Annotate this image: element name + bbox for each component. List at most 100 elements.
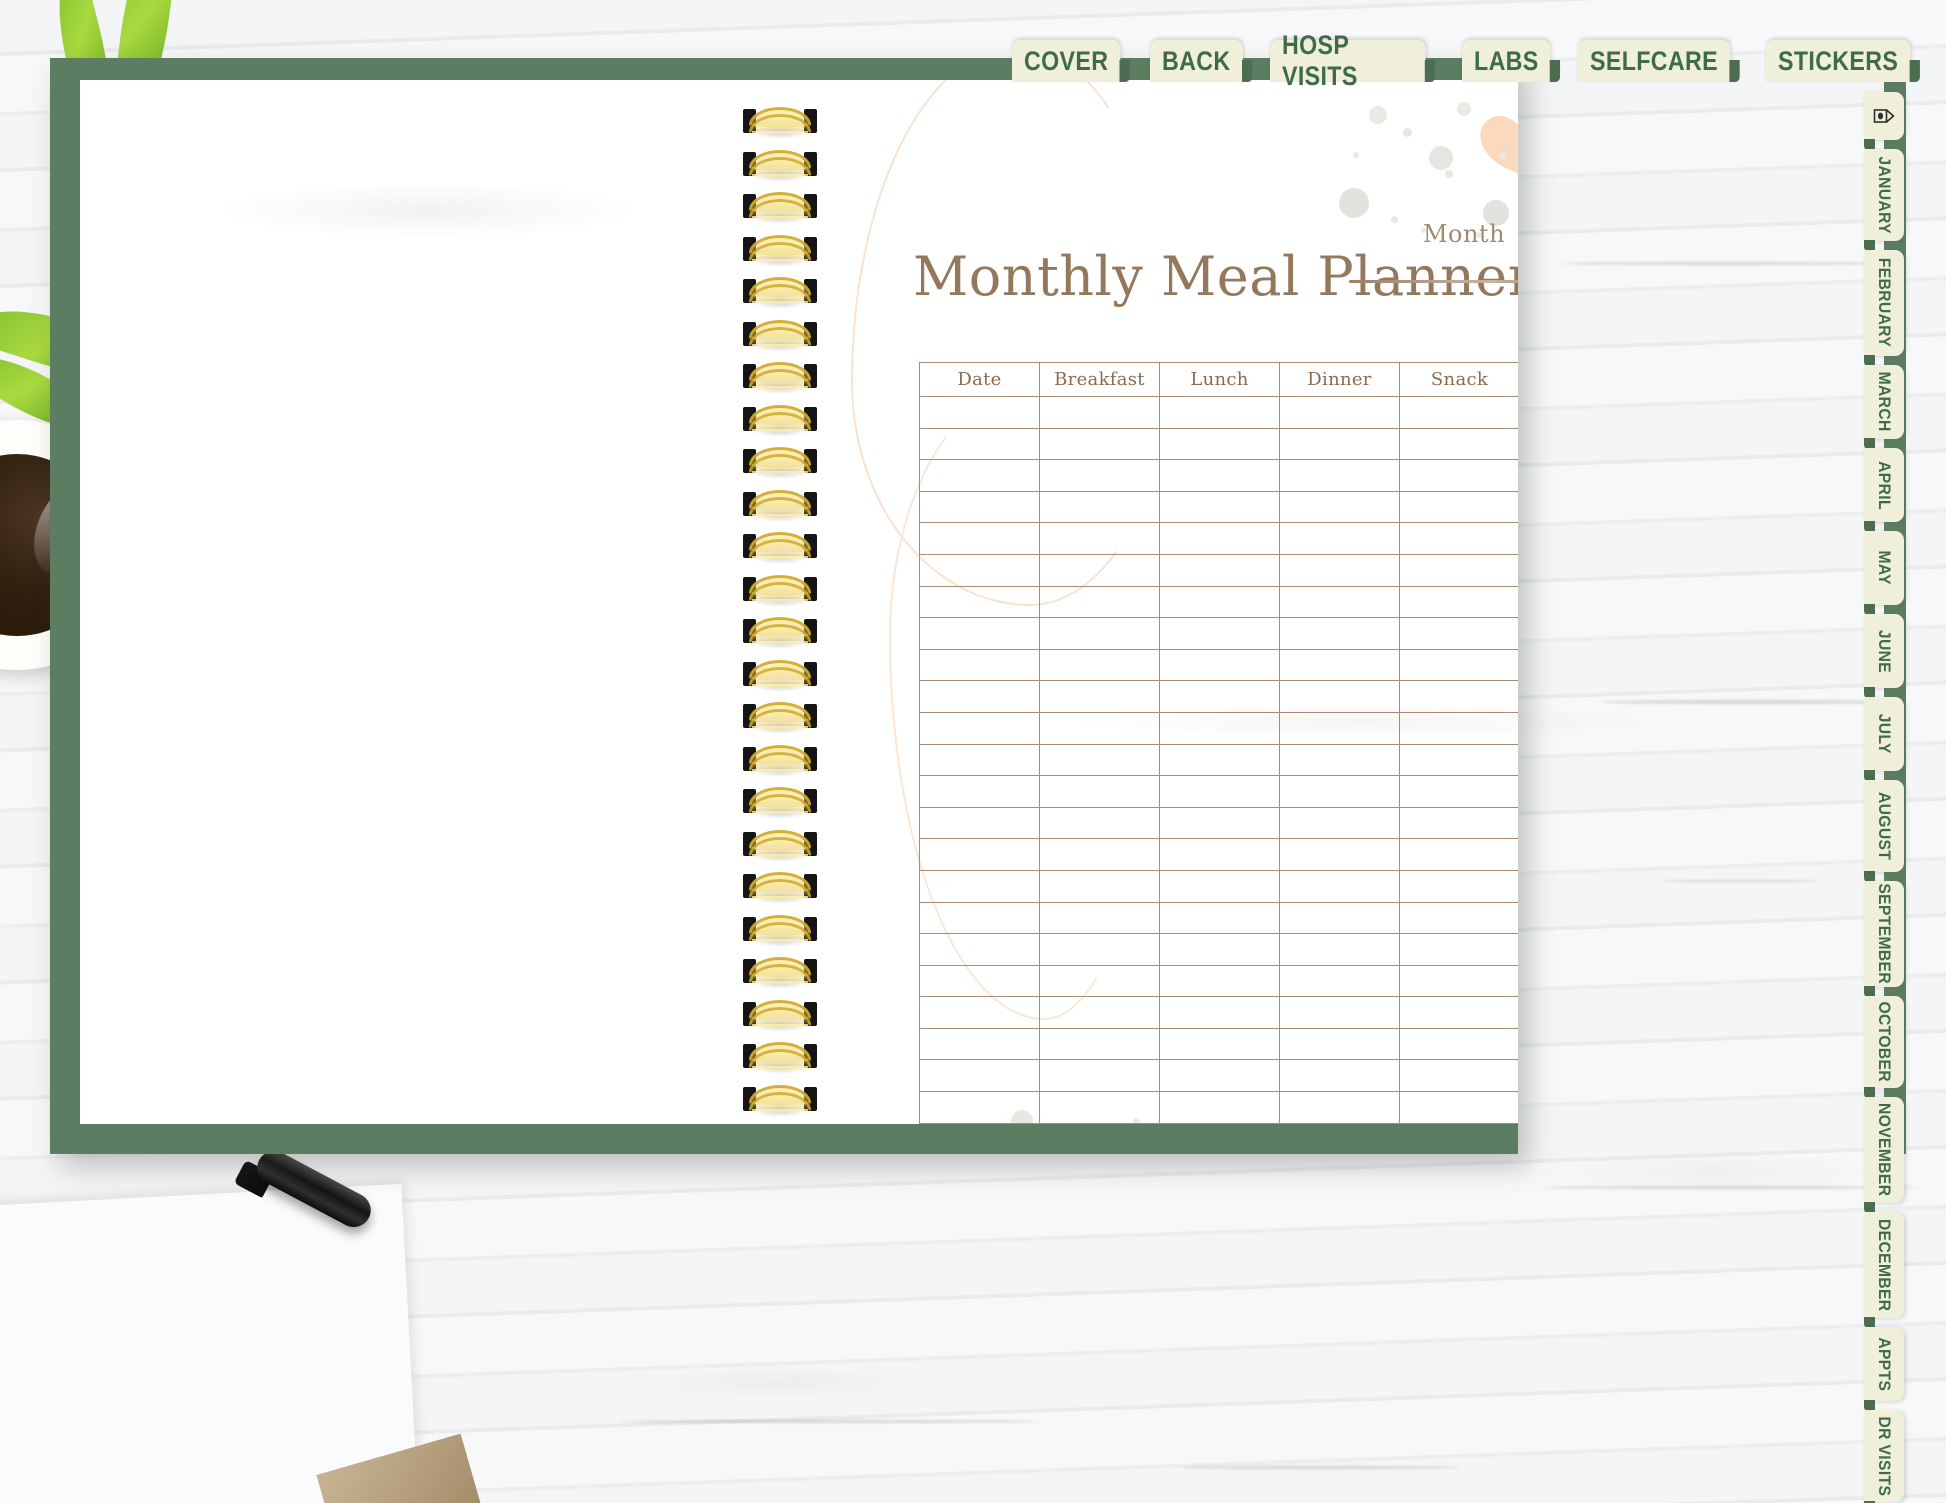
table-cell[interactable] [1039,1027,1160,1061]
table-cell[interactable] [1399,964,1518,998]
table-cell[interactable] [1159,648,1280,682]
table-cell[interactable] [1399,553,1518,587]
table-cell[interactable] [1399,427,1518,461]
table-cell[interactable] [1159,585,1280,619]
table-cell[interactable] [1159,1122,1280,1124]
table-cell[interactable] [1159,396,1280,429]
side-tab-july[interactable]: JULY [1864,697,1904,781]
table-cell[interactable] [919,1027,1040,1061]
table-cell[interactable] [1399,490,1518,524]
table-cell[interactable] [1399,648,1518,682]
table-cell[interactable] [919,901,1040,935]
table-cell[interactable] [1039,427,1160,461]
table-cell[interactable] [1279,459,1400,492]
table-cell[interactable] [1039,648,1160,682]
side-tab-april[interactable]: APRIL [1864,448,1904,532]
table-cell[interactable] [919,838,1040,871]
table-cell[interactable] [1159,806,1280,840]
table-cell[interactable] [1279,680,1400,713]
table-cell[interactable] [1039,869,1160,903]
table-cell[interactable] [919,806,1040,840]
table-cell[interactable] [1039,490,1160,524]
table-cell[interactable] [1399,1122,1518,1124]
table-cell[interactable] [1279,648,1400,682]
top-tab-back[interactable]: BACK [1150,40,1252,82]
side-tab-march[interactable]: MARCH [1864,365,1904,449]
table-cell[interactable] [1039,459,1160,492]
table-cell[interactable] [919,1091,1040,1124]
table-cell[interactable] [1159,964,1280,998]
table-cell[interactable] [1039,711,1160,745]
table-cell[interactable] [1159,680,1280,713]
top-tab-hosp-visits[interactable]: HOSP VISITS [1269,30,1435,91]
table-cell[interactable] [919,775,1040,808]
table-cell[interactable] [1279,522,1400,555]
table-cell[interactable] [1039,585,1160,619]
table-cell[interactable] [1399,933,1518,966]
table-cell[interactable] [1279,933,1400,966]
table-cell[interactable] [1159,617,1280,650]
table-cell[interactable] [919,743,1040,777]
table-cell[interactable] [1039,1091,1160,1124]
table-cell[interactable] [1279,901,1400,935]
table-cell[interactable] [1279,585,1400,619]
table-cell[interactable] [1399,1059,1518,1093]
home-tab[interactable] [1864,92,1904,150]
table-cell[interactable] [1039,522,1160,555]
table-cell[interactable] [1399,396,1518,429]
table-cell[interactable] [1039,396,1160,429]
table-cell[interactable] [1159,490,1280,524]
side-tab-bar[interactable]: JANUARY FEBRUARY MARCH APRIL MAY JUNE JULY AUGU… [1864,92,1904,1503]
table-cell[interactable] [1279,775,1400,808]
table-cell[interactable] [1279,1091,1400,1124]
side-tab-february[interactable]: FEBRUARY [1864,250,1904,366]
top-tab-bar[interactable]: COVER BACK HOSP VISITS LABS SELFCARE STICKERS [1012,30,1946,91]
table-cell[interactable] [1039,775,1160,808]
table-cell[interactable] [1399,901,1518,935]
table-cell[interactable] [1279,490,1400,524]
table-cell[interactable] [1279,427,1400,461]
top-tab-selfcare[interactable]: SELFCARE [1577,40,1739,82]
table-cell[interactable] [1159,553,1280,587]
table-cell[interactable] [1279,869,1400,903]
meal-planner-table[interactable]: Date Breakfast Lunch Dinner Snack Note [919,362,1518,1124]
table-cell[interactable] [1039,743,1160,777]
table-cell[interactable] [1399,775,1518,808]
table-cell[interactable] [1039,553,1160,587]
table-cell[interactable] [1279,743,1400,777]
side-tab-december[interactable]: DECEMBER [1864,1212,1904,1328]
table-cell[interactable] [1399,711,1518,745]
table-cell[interactable] [1159,1059,1280,1093]
table-cell[interactable] [919,459,1040,492]
top-tab-cover[interactable]: COVER [1012,40,1130,82]
table-cell[interactable] [1039,617,1160,650]
table-cell[interactable] [919,964,1040,998]
top-tab-labs[interactable]: LABS [1462,40,1561,82]
table-cell[interactable] [1399,806,1518,840]
table-cell[interactable] [1399,1091,1518,1124]
table-cell[interactable] [1279,617,1400,650]
table-cell[interactable] [1399,996,1518,1029]
table-cell[interactable] [1039,964,1160,998]
table-cell[interactable] [1399,617,1518,650]
table-cell[interactable] [1279,1059,1400,1093]
table-cell[interactable] [919,996,1040,1029]
table-cell[interactable] [919,490,1040,524]
side-tab-dr-visits[interactable]: DR VISITS [1864,1410,1904,1503]
table-cell[interactable] [1039,901,1160,935]
table-cell[interactable] [1399,585,1518,619]
table-cell[interactable] [1159,522,1280,555]
table-cell[interactable] [1279,964,1400,998]
table-cell[interactable] [1159,1027,1280,1061]
table-cell[interactable] [1159,869,1280,903]
table-cell[interactable] [1279,396,1400,429]
month-field[interactable]: Month [1349,220,1518,283]
table-cell[interactable] [1039,1059,1160,1093]
table-cell[interactable] [919,711,1040,745]
table-cell[interactable] [1279,1027,1400,1061]
top-tab-stickers[interactable]: STICKERS [1766,40,1920,82]
side-tab-may[interactable]: MAY [1864,531,1904,615]
table-cell[interactable] [919,396,1040,429]
table-cell[interactable] [1279,838,1400,871]
table-cell[interactable] [1279,711,1400,745]
